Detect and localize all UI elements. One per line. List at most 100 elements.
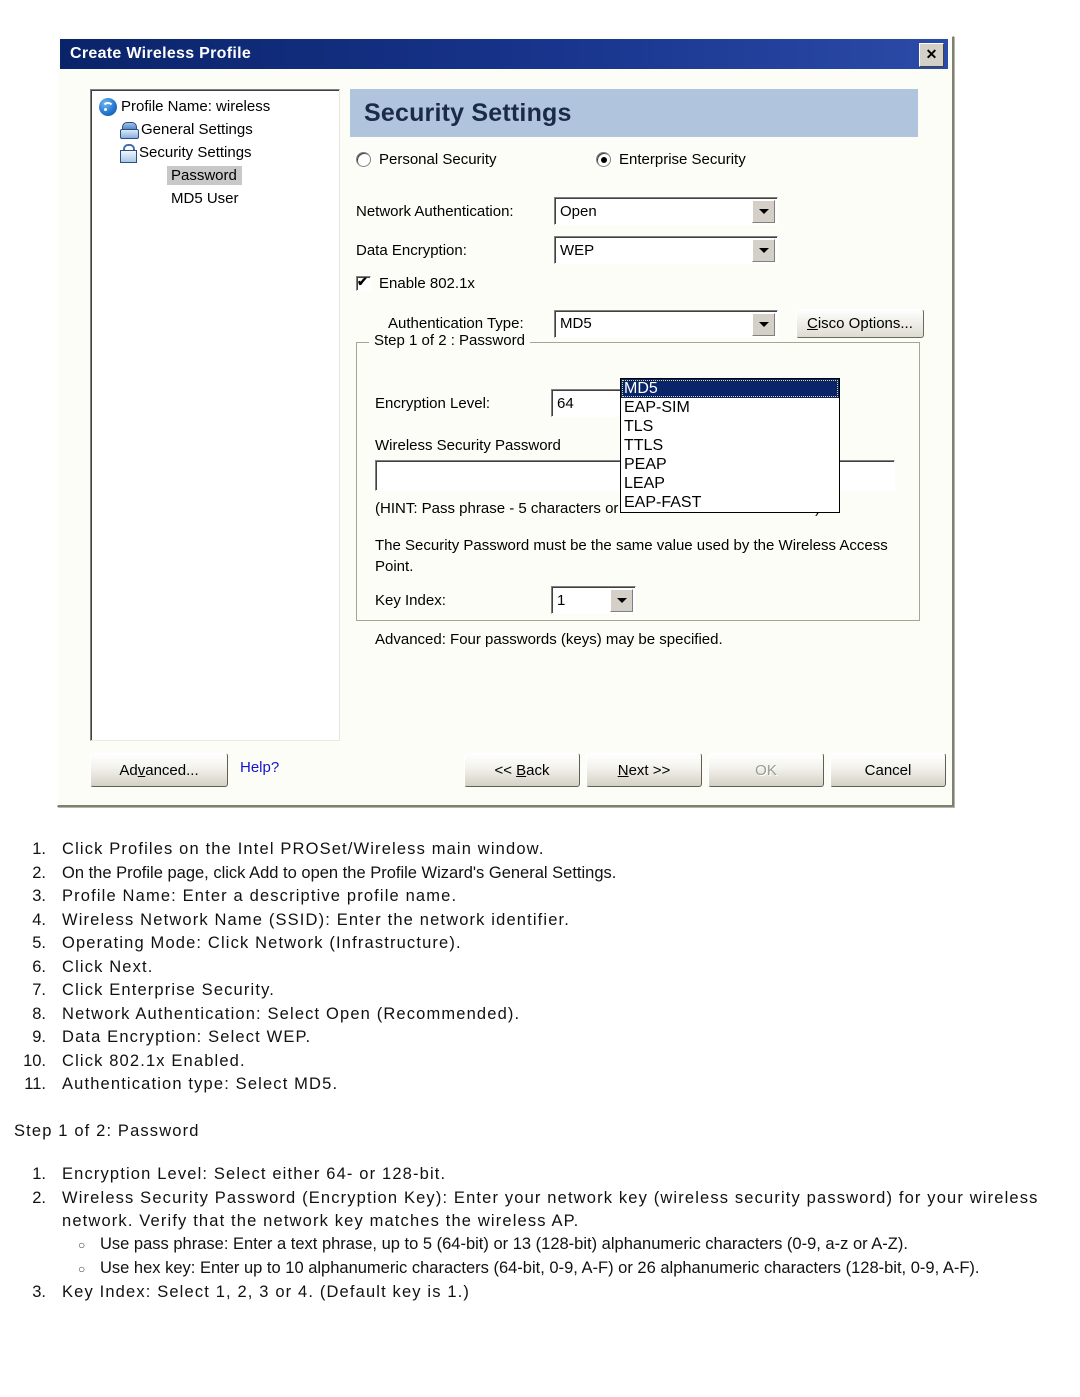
list-number: 2. [32, 1188, 46, 1207]
checkbox-icon[interactable] [356, 274, 371, 291]
enable-8021x-label: Enable 802.1x [379, 275, 475, 292]
list-number: 1. [32, 840, 46, 858]
page-title: Security Settings [364, 98, 572, 127]
general-settings-icon [120, 121, 139, 139]
next-button[interactable]: Next >> [586, 753, 702, 787]
chevron-down-icon[interactable] [752, 239, 775, 262]
wifi-icon [99, 97, 117, 116]
list-text: Data Encryption: Select WEP. [62, 1028, 312, 1046]
list-item: 9. Data Encryption: Select WEP. [0, 1026, 1080, 1049]
bullet-icon: ○ [78, 1237, 86, 1252]
list-item: 5. Operating Mode: Click Network (Infrast… [0, 932, 1080, 955]
list-text: Click 802.1x Enabled. [62, 1051, 246, 1070]
list-item: ○ Use pass phrase: Enter a text phrase, u… [62, 1233, 1080, 1256]
advanced-button[interactable]: Ad v anced... [90, 753, 228, 787]
dropdown-option[interactable]: MD5 [621, 379, 839, 398]
back-button[interactable]: << Back [464, 753, 580, 787]
key-index-row: Key Index: 1 [375, 586, 636, 614]
chevron-down-icon[interactable] [610, 589, 633, 612]
password-steps-list: 1. Encryption Level: Select either 64- or… [0, 1163, 1080, 1304]
list-number: 3. [32, 1282, 46, 1301]
list-item: 6. Click Next. [0, 956, 1080, 979]
network-authentication-row: Network Authentication: Open [356, 197, 778, 225]
dropdown-option[interactable]: TLS [621, 417, 839, 436]
step-password-legend: Step 1 of 2 : Password [369, 332, 530, 349]
list-number: 3. [32, 887, 46, 905]
password-entry-bullets: ○ Use pass phrase: Enter a text phrase, u… [62, 1233, 1080, 1280]
list-item: 2. Wireless Security Password (Encryptio… [0, 1187, 1080, 1280]
list-item: 3. Key Index: Select 1, 2, 3 or 4. (Defau… [0, 1281, 1080, 1304]
create-wireless-profile-dialog: Create Wireless Profile ✕ Profile Name: … [57, 36, 954, 807]
tree-item-label: Password [167, 166, 242, 185]
bullet-icon: ○ [78, 1261, 86, 1276]
security-mode-radio-group: Personal Security Enterprise Security [356, 151, 916, 168]
list-number: 11. [24, 1075, 46, 1093]
list-text: Profile Name: Enter a descriptive profil… [62, 887, 458, 905]
list-text: Click Enterprise Security. [62, 981, 275, 999]
authentication-type-value: MD5 [560, 315, 592, 332]
dropdown-option[interactable]: EAP-SIM [621, 398, 839, 417]
network-authentication-label: Network Authentication: [356, 202, 514, 220]
authentication-type-select[interactable]: MD5 [554, 309, 778, 338]
profile-tree-panel[interactable]: Profile Name: wireless General Settings … [90, 89, 340, 741]
list-item: 11. Authentication type: Select MD5. [0, 1073, 1080, 1096]
network-authentication-select[interactable]: Open [554, 197, 778, 225]
authentication-type-dropdown-list[interactable]: MD5 EAP-SIM TLS TTLS PEAP LEAP EAP-FAST [620, 378, 840, 513]
tree-item-general-settings[interactable]: General Settings [120, 118, 339, 141]
radio-icon [356, 152, 371, 167]
cisco-options-button[interactable]: Cisco Options... [796, 309, 924, 338]
list-item: 4. Wireless Network Name (SSID): Enter th… [0, 909, 1080, 932]
list-text: Use hex key: Enter up to 10 alphanumeric… [100, 1258, 980, 1277]
chevron-down-icon[interactable] [752, 312, 775, 336]
tree-item-security-settings[interactable]: Security Settings [120, 141, 339, 164]
close-icon[interactable]: ✕ [919, 43, 944, 67]
list-number: 8. [32, 1004, 46, 1023]
help-link[interactable]: Help? [240, 759, 279, 776]
list-text: Authentication type: Select MD5. [62, 1075, 339, 1093]
list-number: 2. [32, 863, 46, 882]
tree-item-profile-name[interactable]: Profile Name: wireless [99, 95, 339, 118]
dropdown-option[interactable]: EAP-FAST [621, 493, 839, 512]
authentication-type-label: Authentication Type: [388, 315, 524, 332]
dropdown-option[interactable]: LEAP [621, 474, 839, 493]
dialog-title: Create Wireless Profile [70, 45, 252, 62]
list-item: 1. Encryption Level: Select either 64- or… [0, 1163, 1080, 1186]
tree-item-label: Security Settings [139, 144, 252, 161]
main-steps-list: 1. Click Profiles on the Intel PROSet/Wir… [0, 838, 1080, 1096]
list-item: 1. Click Profiles on the Intel PROSet/Wir… [0, 838, 1080, 861]
radio-personal-security[interactable]: Personal Security [356, 151, 596, 168]
enable-8021x-row[interactable]: Enable 802.1x [356, 274, 475, 292]
list-number: 10. [23, 1051, 46, 1070]
list-text: Key Index: Select 1, 2, 3 or 4. (Default… [62, 1282, 471, 1301]
data-encryption-select[interactable]: WEP [554, 236, 778, 264]
data-encryption-label: Data Encryption: [356, 241, 467, 259]
data-encryption-value: WEP [560, 241, 595, 259]
list-text: Wireless Network Name (SSID): Enter the … [62, 910, 570, 929]
list-number: 4. [32, 910, 46, 929]
list-number: 6. [32, 957, 46, 976]
network-authentication-value: Open [560, 202, 597, 220]
tree-item-password[interactable]: Password [167, 164, 339, 187]
key-index-select[interactable]: 1 [551, 586, 636, 614]
radio-enterprise-security[interactable]: Enterprise Security [596, 151, 746, 168]
tree-item-md5-user[interactable]: MD5 User [167, 187, 339, 210]
dropdown-option[interactable]: PEAP [621, 455, 839, 474]
list-text: Click Profiles on the Intel PROSet/Wirel… [62, 840, 545, 858]
radio-icon [596, 152, 611, 167]
cancel-button[interactable]: Cancel [830, 753, 946, 787]
chevron-down-icon[interactable] [752, 200, 775, 223]
list-text: Use pass phrase: Enter a text phrase, up… [100, 1234, 908, 1253]
wireless-security-password-label: Wireless Security Password [375, 437, 561, 454]
encryption-level-value: 64 [557, 394, 574, 412]
tree-item-label: MD5 User [171, 190, 239, 207]
key-index-value: 1 [557, 591, 566, 609]
list-text: Click Next. [62, 957, 154, 976]
list-number: 9. [32, 1028, 46, 1046]
radio-personal-security-label: Personal Security [379, 151, 497, 168]
list-item: 8. Network Authentication: Select Open (R… [0, 1003, 1080, 1026]
list-text: On the Profile page, click Add to open t… [62, 863, 617, 882]
dropdown-option[interactable]: TTLS [621, 436, 839, 455]
list-item: 2. On the Profile page, click Add to open… [0, 862, 1080, 885]
dialog-titlebar: Create Wireless Profile ✕ [60, 39, 948, 69]
encryption-level-label: Encryption Level: [375, 394, 491, 412]
